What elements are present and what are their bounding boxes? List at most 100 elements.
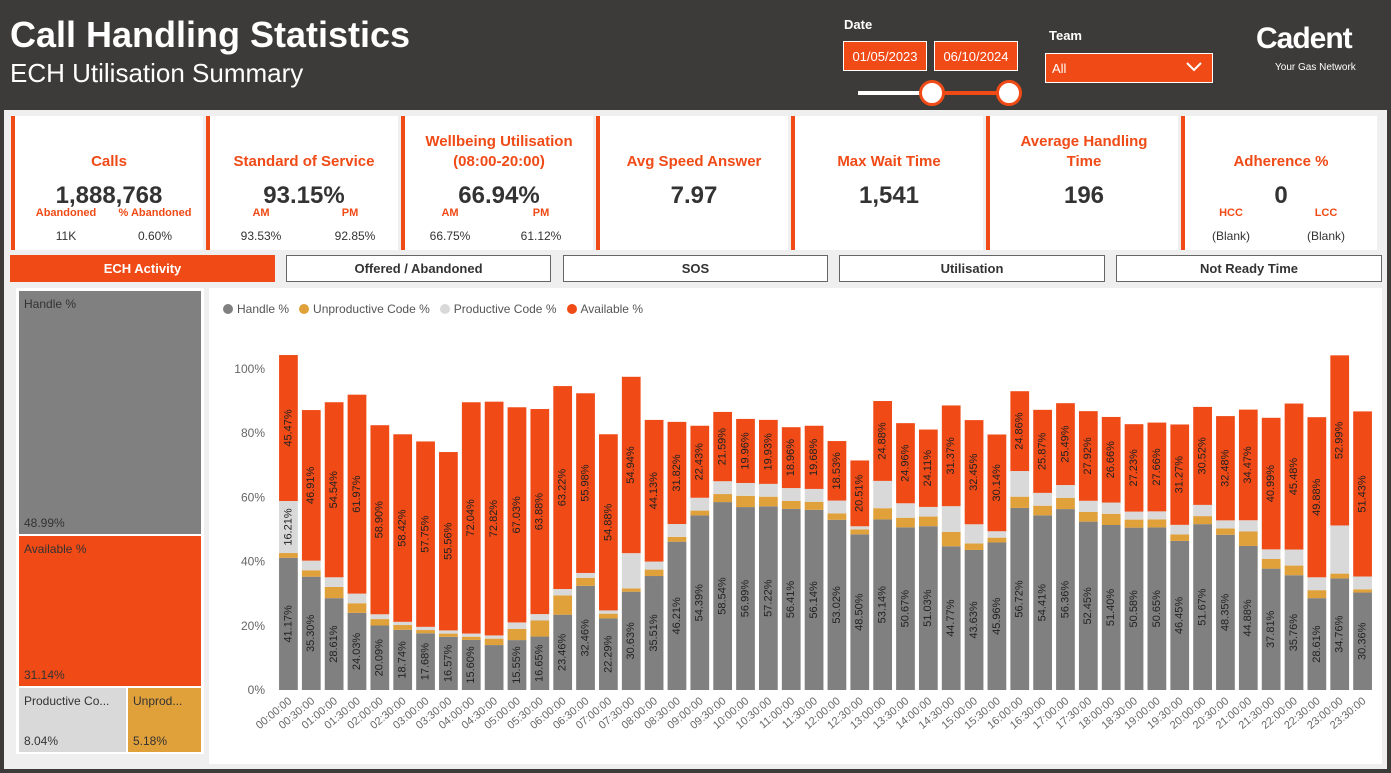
- bar-segment-unproductive: [1010, 496, 1030, 508]
- data-label-available: 72.82%: [488, 500, 500, 538]
- data-label-handle: 45.96%: [991, 597, 1003, 635]
- data-label-available: 21.59%: [717, 428, 729, 466]
- data-label-handle: 56.99%: [739, 580, 751, 618]
- kpi-sub-label: AM: [252, 207, 270, 219]
- bar-segment-unproductive: [484, 638, 504, 646]
- bar-segment-unproductive: [758, 496, 778, 507]
- bar-segment-productive: [530, 614, 550, 621]
- data-label-handle: 35.30%: [305, 614, 317, 652]
- kpi-sub-label: PM: [532, 207, 550, 219]
- treemap-label: Handle %: [24, 297, 77, 311]
- data-label-available: 19.68%: [808, 438, 820, 476]
- main-panel: Calls 1,888,768 Abandoned % Abandoned 11…: [4, 110, 1387, 769]
- bar-segment-productive: [393, 621, 413, 626]
- data-label-handle: 34.76%: [1334, 615, 1346, 653]
- kpi-title: Average Handling: [1020, 133, 1148, 150]
- data-label-available: 24.86%: [1014, 412, 1026, 450]
- kpi-title: Avg Speed Answer: [626, 153, 762, 170]
- bar-segment-unproductive: [599, 613, 618, 619]
- bar-segment-productive: [713, 481, 733, 495]
- bar-segment-unproductive: [1261, 558, 1281, 569]
- bar-segment-productive: [804, 488, 824, 502]
- bar-segment-productive: [347, 593, 367, 604]
- bar-segment-unproductive: [507, 628, 527, 641]
- data-label-handle: 28.61%: [1311, 625, 1323, 663]
- treemap-productive-cell[interactable]: Productive Co... 8.04%: [19, 688, 126, 752]
- bar-segment-unproductive: [1170, 534, 1190, 541]
- tab-utilisation[interactable]: Utilisation: [839, 255, 1105, 282]
- bar-segment-unproductive: [713, 494, 733, 503]
- y-tick-label: 60%: [241, 490, 265, 504]
- date-end-input[interactable]: 06/10/2024: [934, 41, 1018, 71]
- date-start-input[interactable]: 01/05/2023: [843, 41, 927, 71]
- data-label-handle: 18.74%: [397, 641, 409, 679]
- data-label-available: 55.56%: [442, 522, 454, 560]
- data-label-available: 30.52%: [1197, 437, 1209, 475]
- data-label-handle: 44.88%: [1242, 599, 1254, 637]
- data-label-available: 44.13%: [648, 472, 660, 510]
- kpi-value: 7.97: [670, 182, 718, 209]
- team-dropdown[interactable]: All: [1045, 53, 1213, 83]
- bar-segment-productive: [553, 589, 573, 596]
- kpi-title-line2: Time: [1066, 153, 1102, 170]
- kpi-value: 66.94%: [458, 182, 540, 209]
- data-label-handle: 17.68%: [419, 643, 431, 681]
- bar-segment-productive: [827, 500, 847, 514]
- data-label-handle: 51.40%: [1105, 589, 1117, 627]
- data-label-handle: 44.77%: [945, 599, 957, 637]
- treemap-handle-cell[interactable]: Handle % 48.99%: [19, 291, 201, 534]
- bar-segment-productive: [941, 506, 961, 532]
- tab-sos[interactable]: SOS: [563, 255, 828, 282]
- bar-segment-productive: [439, 630, 458, 634]
- date-slider-start-handle[interactable]: [919, 80, 945, 106]
- date-slider-end-handle[interactable]: [996, 80, 1022, 106]
- bar-segment-productive: [599, 610, 618, 614]
- bar-segment-productive: [484, 635, 504, 639]
- data-label-handle: 57.22%: [762, 579, 774, 617]
- bar-segment-unproductive: [781, 500, 801, 509]
- kpi-value: 1,541: [858, 182, 920, 209]
- data-label-available: 54.54%: [328, 471, 340, 509]
- data-label-handle: 41.17%: [282, 605, 294, 643]
- bar-segment-unproductive: [873, 508, 893, 520]
- kpi-value: 0: [1274, 182, 1288, 209]
- bar-segment-productive: [301, 560, 321, 571]
- bar-segment-productive: [1238, 520, 1258, 532]
- chart-plot-area: 0%20%40%60%80%100%41.17%16.21%45.47%00:0…: [234, 355, 1372, 732]
- data-label-available: 58.90%: [374, 501, 386, 539]
- data-label-handle: 52.45%: [1082, 587, 1094, 625]
- data-label-available: 26.66%: [1105, 441, 1117, 479]
- data-label-handle: 56.36%: [1059, 581, 1071, 619]
- page-title: Call Handling Statistics: [10, 14, 411, 55]
- kpi-avg-speed-answer-card: Avg Speed Answer 7.97: [596, 116, 788, 250]
- bar-segment-unproductive: [941, 531, 961, 547]
- header: Call Handling Statistics ECH Utilisation…: [0, 0, 1391, 110]
- bar-segment-productive: [1216, 520, 1235, 529]
- bar-segment-productive: [850, 526, 870, 530]
- data-label-handle: 35.76%: [1288, 614, 1300, 652]
- kpi-title: Max Wait Time: [837, 153, 941, 170]
- data-label-available: 63.88%: [534, 493, 546, 531]
- y-tick-label: 0%: [248, 683, 266, 697]
- kpi-value: 196: [1063, 182, 1105, 209]
- bar-segment-unproductive: [1238, 531, 1258, 546]
- data-label-handle: 30.36%: [1356, 622, 1368, 660]
- data-label-handle: 15.60%: [465, 646, 477, 684]
- kpi-sub-label: PM: [341, 207, 359, 219]
- bar-segment-unproductive: [1078, 512, 1098, 522]
- bar-segment-productive: [370, 614, 390, 620]
- treemap-available-cell[interactable]: Available % 31.14%: [19, 536, 201, 686]
- bar-segment-productive: [1284, 549, 1304, 566]
- tab-offered-abandoned[interactable]: Offered / Abandoned: [286, 255, 551, 282]
- data-label-available: 63.22%: [557, 469, 569, 507]
- kpi-sub-label: LCC: [1314, 207, 1338, 219]
- tab-not-ready-time[interactable]: Not Ready Time: [1116, 255, 1382, 282]
- data-label-available: 32.45%: [968, 453, 980, 491]
- utilisation-treemap: Handle % 48.99% Available % 31.14% Produ…: [16, 288, 204, 754]
- data-label-handle: 48.35%: [1219, 594, 1231, 632]
- bar-segment-unproductive: [827, 513, 847, 520]
- chevron-down-icon: [1186, 61, 1202, 76]
- data-label-handle: 53.14%: [877, 586, 889, 624]
- treemap-unproductive-cell[interactable]: Unprod... 5.18%: [128, 688, 201, 752]
- tab-ech-activity[interactable]: ECH Activity: [10, 255, 275, 282]
